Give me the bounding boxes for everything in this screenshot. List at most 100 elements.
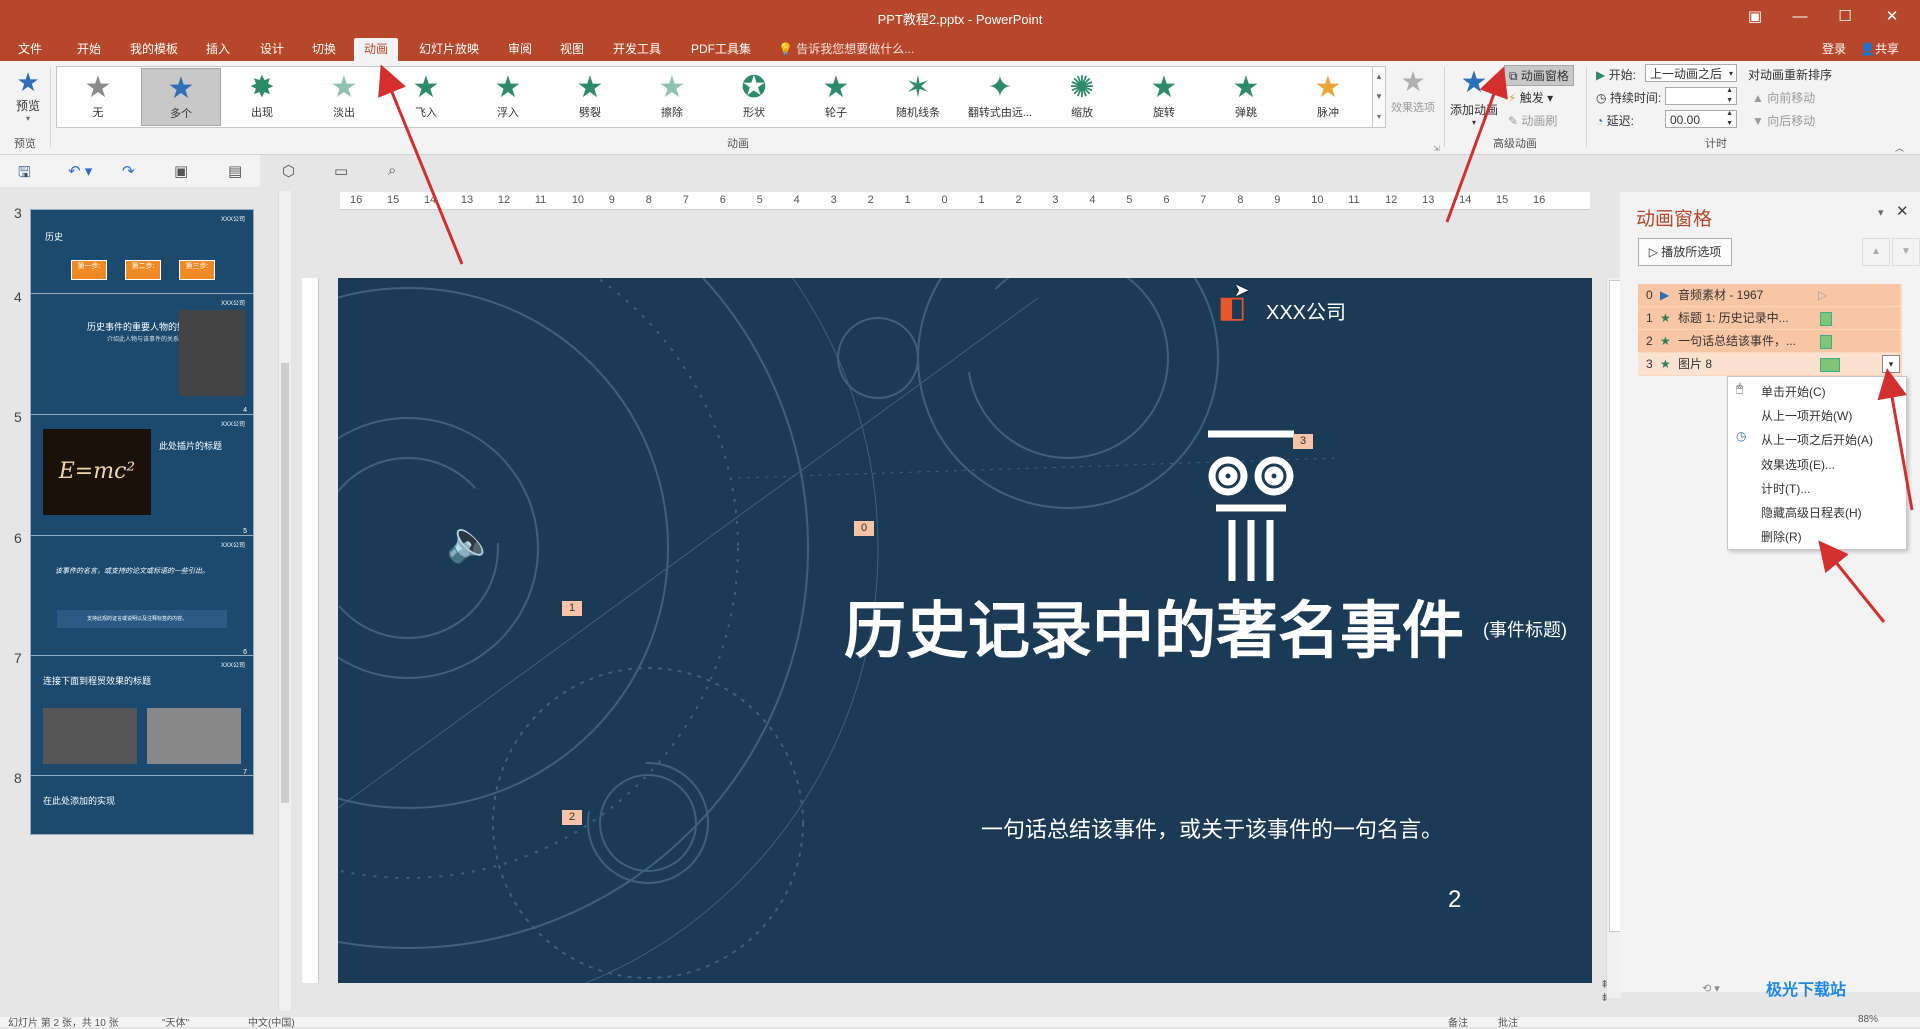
anim-tag[interactable]: 1	[562, 601, 582, 616]
move-down-button[interactable]: ▼	[1892, 238, 1920, 266]
menu-item-hide-timeline[interactable]: 隐藏高级日程表(H)	[1761, 504, 1862, 521]
move-later-button[interactable]: ▼ 向后移动	[1752, 112, 1815, 129]
zoom-icon[interactable]: ⌕	[388, 162, 396, 179]
menu-item-effect-options[interactable]: 效果选项(E)...	[1761, 456, 1835, 473]
close-pane-icon[interactable]: ✕	[1896, 202, 1909, 220]
anim-fly-in[interactable]: ★ 飞入	[387, 68, 465, 124]
anim-pane-button[interactable]: ⧉ 动画窗格	[1504, 65, 1574, 86]
thumb-scrollbar[interactable]	[278, 191, 291, 1011]
ribbon-display-icon[interactable]: ▣	[1735, 4, 1775, 30]
shape-icon[interactable]: ⬡	[282, 162, 295, 180]
play-selected-button[interactable]: ▷ 播放所选项	[1638, 238, 1732, 266]
anim-tag[interactable]: 0	[854, 521, 874, 536]
anim-none[interactable]: ★ 无	[59, 68, 137, 124]
textbox-icon[interactable]: ▤	[228, 162, 242, 180]
anim-list-item[interactable]: 1 ★ 标题 1: 历史记录中...	[1638, 307, 1900, 329]
tab-slideshow[interactable]: 幻灯片放映	[409, 38, 489, 61]
menu-item-with-previous[interactable]: 从上一项开始(W)	[1761, 407, 1852, 424]
thumb-sub: 支持此观的证言或说明以及注释标签的内容。	[87, 616, 188, 622]
slide-title[interactable]: 历史记录中的著名事件	[844, 580, 1464, 670]
menu-item-delete[interactable]: 删除(R)	[1761, 528, 1802, 545]
item-dropdown-button[interactable]: ▾	[1882, 355, 1900, 373]
scroll-thumb[interactable]	[281, 363, 289, 803]
column-logo-icon[interactable]	[1206, 426, 1296, 586]
slide-scrollbar[interactable]	[1606, 278, 1621, 998]
speaker-icon[interactable]: 🔈	[446, 518, 496, 565]
anim-tag[interactable]: 2	[562, 810, 582, 825]
present-icon[interactable]: ▭	[334, 162, 348, 180]
anim-float-in[interactable]: ★ 浮入	[469, 68, 547, 124]
anim-grow-turn[interactable]: ✦ 翻转式由远...	[961, 68, 1039, 124]
new-slide-icon[interactable]: ▣	[174, 162, 188, 180]
gallery-scroll[interactable]: ▲ ▼ ▾	[1372, 66, 1386, 128]
tab-insert[interactable]: 插入	[196, 38, 240, 61]
thumb-logo: XXX公司	[220, 301, 245, 307]
share-button[interactable]: 👤共享	[1850, 38, 1909, 61]
tab-templates[interactable]: 我的模板	[120, 38, 188, 61]
add-animation-button[interactable]: ★ 添加动画 ▾	[1450, 65, 1498, 127]
thumbnail-slide-6[interactable]: XXX公司 该事件的名言，或支持的论文或标语的一些引出。 支持此观的证言或说明以…	[30, 535, 254, 661]
ruler-tick-label: 1	[904, 194, 911, 206]
anim-list-item-selected[interactable]: 3 ★ 图片 8 ▾	[1638, 353, 1900, 375]
tab-developer[interactable]: 开发工具	[603, 38, 671, 61]
dialog-launcher-icon[interactable]: ⇲	[1433, 144, 1440, 153]
pane-options-icon[interactable]: ▾	[1878, 206, 1884, 219]
menu-item-after-previous[interactable]: 从上一项之后开始(A)	[1761, 431, 1873, 448]
menu-item-timing[interactable]: 计时(T)...	[1761, 480, 1810, 497]
slide-canvas[interactable]: ◧ XXX公司 🔈 历史记录中的著名事件 (事件标题) 一句话总结该事件，或关于…	[338, 278, 1592, 983]
anim-swivel[interactable]: ★ 旋转	[1125, 68, 1203, 124]
tab-transitions[interactable]: 切换	[302, 38, 346, 61]
tell-me-box[interactable]: 💡 告诉我您想要做什么...	[768, 38, 924, 61]
anim-tag[interactable]: 3	[1293, 434, 1313, 449]
start-select[interactable]: 上一动画之后 ▾	[1645, 64, 1737, 82]
save-icon[interactable]: 🖫	[18, 162, 31, 187]
anim-list-item[interactable]: 2 ★ 一句话总结该事件，...	[1638, 330, 1900, 352]
thumbnail-slide-8[interactable]: 在此处添加的实现	[30, 775, 254, 835]
anim-wipe[interactable]: ★ 擦除	[633, 68, 711, 124]
redo-icon[interactable]: ↷	[122, 162, 135, 180]
slide-company[interactable]: XXX公司	[1266, 296, 1346, 325]
fit-icon[interactable]: ⟲ ▾	[1702, 982, 1720, 995]
thumbnail-slide-4[interactable]: XXX公司 历史事件的重要人物的姓名 介绍此人物与该事件的关系。 4	[30, 293, 254, 419]
tab-review[interactable]: 审阅	[498, 38, 542, 61]
undo-icon[interactable]: ↶ ▾	[68, 162, 92, 180]
anim-multiple[interactable]: ★ 多个	[141, 68, 221, 126]
ruler-tick-label: 14	[1459, 194, 1472, 206]
mouse-icon: 🖱	[1736, 381, 1744, 395]
anim-wheel[interactable]: ★ 轮子	[797, 68, 875, 124]
effect-options-button[interactable]: ★ 效果选项	[1388, 65, 1438, 115]
anim-painter-button[interactable]: ✎ 动画刷	[1508, 112, 1557, 129]
anim-bounce[interactable]: ★ 弹跳	[1207, 68, 1285, 124]
duration-spinner[interactable]: ▲ ▼	[1665, 87, 1737, 105]
anim-list-item[interactable]: 0 ▶ 音频素材 - 1967 ▷	[1638, 284, 1900, 306]
anim-zoom[interactable]: ✺ 缩放	[1043, 68, 1121, 124]
preview-button[interactable]: ★ 预览 ▾	[8, 67, 48, 123]
tab-file[interactable]: 文件	[8, 38, 52, 61]
move-earlier-button[interactable]: ▲ 向前移动	[1752, 89, 1815, 106]
anim-fade[interactable]: ★ 淡出	[305, 68, 383, 124]
trigger-button[interactable]: ⚡ 触发 ▾	[1508, 89, 1553, 106]
tab-home[interactable]: 开始	[67, 38, 111, 61]
slide-subtitle[interactable]: 一句话总结该事件，或关于该事件的一句名言。	[981, 812, 1443, 844]
close-icon[interactable]: ✕	[1872, 4, 1912, 30]
maximize-icon[interactable]: ☐	[1825, 4, 1865, 30]
tab-view[interactable]: 视图	[550, 38, 594, 61]
thumbnail-slide-5[interactable]: XXX公司 E=mc² 此处插片的标题 5	[30, 414, 254, 540]
page-nav-icon[interactable]: ⇞ ⇟	[1600, 978, 1609, 1004]
minimize-icon[interactable]: —	[1780, 4, 1820, 30]
delay-spinner[interactable]: 00.00 ▲ ▼	[1665, 110, 1737, 128]
anim-pulse[interactable]: ★ 脉冲	[1289, 68, 1367, 124]
anim-random-bars[interactable]: ✶ 随机线条	[879, 68, 957, 124]
tab-design[interactable]: 设计	[250, 38, 294, 61]
thumbnail-slide-7[interactable]: XXX公司 连接下面到程贸效果的标题 7	[30, 655, 254, 781]
anim-shape[interactable]: ✪ 形状	[715, 68, 793, 124]
anim-split[interactable]: ★ 劈裂	[551, 68, 629, 124]
status-zoom[interactable]: 88%	[1858, 1014, 1878, 1025]
anim-pane-title: 动画窗格	[1636, 209, 1713, 230]
tab-pdf-tools[interactable]: PDF工具集	[681, 38, 761, 61]
tab-animations[interactable]: 动画	[354, 38, 399, 61]
menu-item-on-click[interactable]: 单击开始(C)	[1761, 383, 1826, 400]
anim-appear[interactable]: ✸ 出现	[223, 68, 301, 124]
collapse-ribbon-icon[interactable]: ︿	[1895, 141, 1904, 154]
move-up-button[interactable]: ▲	[1862, 238, 1890, 266]
